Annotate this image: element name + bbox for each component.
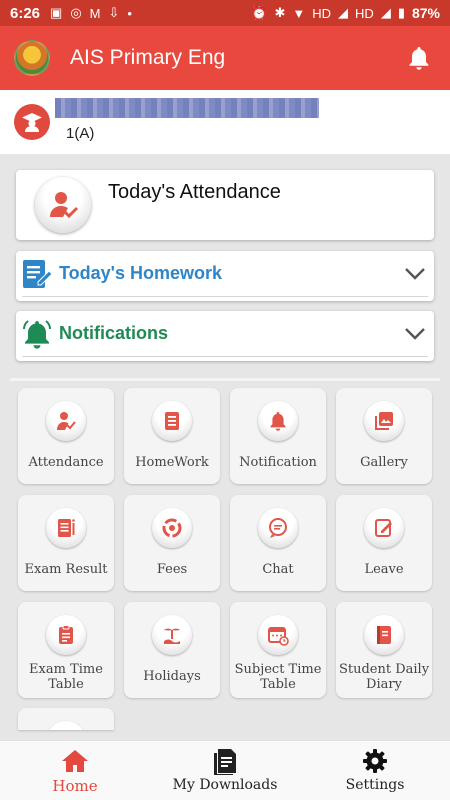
- gallery-icon: [364, 401, 404, 441]
- menu-tile-label: HomeWork: [135, 455, 209, 470]
- menu-tile-chat[interactable]: Chat: [230, 495, 326, 591]
- menu-tile-label: Exam Time Table: [29, 662, 103, 692]
- menu-tile-subject-time-table[interactable]: Subject Time Table: [230, 602, 326, 698]
- homework-panel-title: Today's Homework: [59, 263, 222, 283]
- notifications-panel-title: Notifications: [59, 323, 169, 343]
- homework-icon: [152, 401, 192, 441]
- subject-time-table-icon: [258, 615, 298, 655]
- menu-tile-homework[interactable]: HomeWork: [124, 388, 220, 484]
- gmail-notification-icon: M: [89, 5, 101, 21]
- menu-tile-label: Leave: [364, 562, 404, 577]
- signal-icon-2: ◢: [380, 5, 391, 20]
- nav-home-label: Home: [52, 777, 98, 795]
- menu-tile-label: Exam Result: [24, 562, 108, 577]
- alarm-icon: ⏰: [251, 5, 268, 20]
- menu-tile-label: Gallery: [360, 455, 408, 470]
- graduate-icon: [22, 113, 42, 132]
- network-type-label: HD: [312, 5, 332, 21]
- network-type-label-2: HD: [355, 5, 374, 21]
- battery-percent: 87%: [411, 5, 440, 21]
- holidays-icon: [152, 615, 192, 655]
- status-system-icons: ⏰ ✱ ▼ HD ◢ HD ◢ ▮ 87%: [251, 5, 440, 21]
- status-notification-icons: ▣ ◎ M ⇩ •: [50, 5, 132, 21]
- menu-tile-fees[interactable]: Fees: [124, 495, 220, 591]
- student-profile[interactable]: 1(A): [0, 90, 450, 154]
- notifications-panel-divider: [22, 356, 428, 357]
- sync-notification-icon: ◎: [70, 5, 82, 20]
- menu-tile-label: Holidays: [143, 669, 201, 684]
- student-daily-diary-icon: [364, 615, 404, 655]
- menu-tile-label: Student Daily Diary: [338, 662, 430, 692]
- fees-icon: [152, 508, 192, 548]
- menu-tile-label: Chat: [262, 562, 294, 577]
- nav-home[interactable]: Home: [0, 741, 150, 800]
- section-divider: [10, 378, 440, 381]
- student-class: 1(A): [66, 125, 95, 142]
- student-name-redacted: [55, 98, 319, 118]
- homework-edit-icon: [21, 257, 53, 291]
- status-bar: 6:26 ▣ ◎ M ⇩ • ⏰ ✱ ▼ HD ◢ HD ◢ ▮ 87%: [0, 0, 450, 26]
- battery-icon: ▮: [397, 5, 405, 20]
- more-dot-icon: •: [127, 5, 132, 21]
- menu-tile-exam-time-table[interactable]: Exam Time Table: [18, 602, 114, 698]
- signal-icon: ◢: [338, 5, 349, 20]
- chat-icon: [258, 508, 298, 548]
- partial-menu-icon: [46, 721, 86, 730]
- menu-tile-student-daily-diary[interactable]: Student Daily Diary: [336, 602, 432, 698]
- notifications-bell-button[interactable]: [402, 41, 436, 75]
- notifications-panel[interactable]: Notifications: [16, 311, 434, 361]
- school-logo: [14, 40, 50, 76]
- menu-tile-exam-result[interactable]: Exam Result: [18, 495, 114, 591]
- home-icon: [61, 747, 89, 775]
- bottom-navigation: Home My Downloads Settings: [0, 740, 450, 800]
- attendance-card-title: Today's Attendance: [108, 181, 281, 203]
- student-avatar: [14, 104, 50, 140]
- app-bar: AIS Primary Eng: [0, 26, 450, 90]
- leave-icon: [364, 508, 404, 548]
- status-time: 6:26: [10, 4, 41, 22]
- nav-settings[interactable]: Settings: [300, 741, 450, 800]
- settings-gear-icon: [361, 747, 389, 775]
- homework-panel-divider: [22, 296, 428, 297]
- nav-my-downloads[interactable]: My Downloads: [150, 741, 300, 800]
- attendance-icon: [46, 401, 86, 441]
- bluetooth-icon: ✱: [274, 5, 286, 20]
- attendance-card-icon: [35, 177, 91, 233]
- menu-tile-label: Fees: [156, 562, 188, 577]
- bell-icon: [409, 47, 429, 70]
- app-title: AIS Primary Eng: [70, 46, 226, 69]
- wifi-icon: ▼: [292, 5, 306, 21]
- downloads-icon: [211, 747, 239, 775]
- nav-downloads-label: My Downloads: [172, 777, 278, 793]
- menu-tile-attendance[interactable]: Attendance: [18, 388, 114, 484]
- menu-tile-label: Notification: [239, 455, 317, 470]
- notification-icon: [258, 401, 298, 441]
- download-notification-icon: ⇩: [108, 5, 120, 20]
- menu-tile-gallery[interactable]: Gallery: [336, 388, 432, 484]
- notification-bell-icon: [21, 317, 53, 351]
- menu-tile-label: Attendance: [28, 455, 104, 470]
- menu-tile-notification[interactable]: Notification: [230, 388, 326, 484]
- menu-tile-holidays[interactable]: Holidays: [124, 602, 220, 698]
- menu-tile-partial[interactable]: [18, 708, 114, 730]
- menu-tile-leave[interactable]: Leave: [336, 495, 432, 591]
- menu-tile-label: Subject Time Table: [234, 662, 322, 692]
- nav-settings-label: Settings: [345, 777, 405, 793]
- exam-result-icon: [46, 508, 86, 548]
- exam-time-table-icon: [46, 615, 86, 655]
- chevron-down-icon[interactable]: [404, 323, 426, 345]
- todays-homework-panel[interactable]: Today's Homework: [16, 251, 434, 301]
- image-notification-icon: ▣: [50, 5, 63, 20]
- chevron-down-icon[interactable]: [404, 263, 426, 285]
- todays-attendance-card[interactable]: Today's Attendance: [16, 170, 434, 240]
